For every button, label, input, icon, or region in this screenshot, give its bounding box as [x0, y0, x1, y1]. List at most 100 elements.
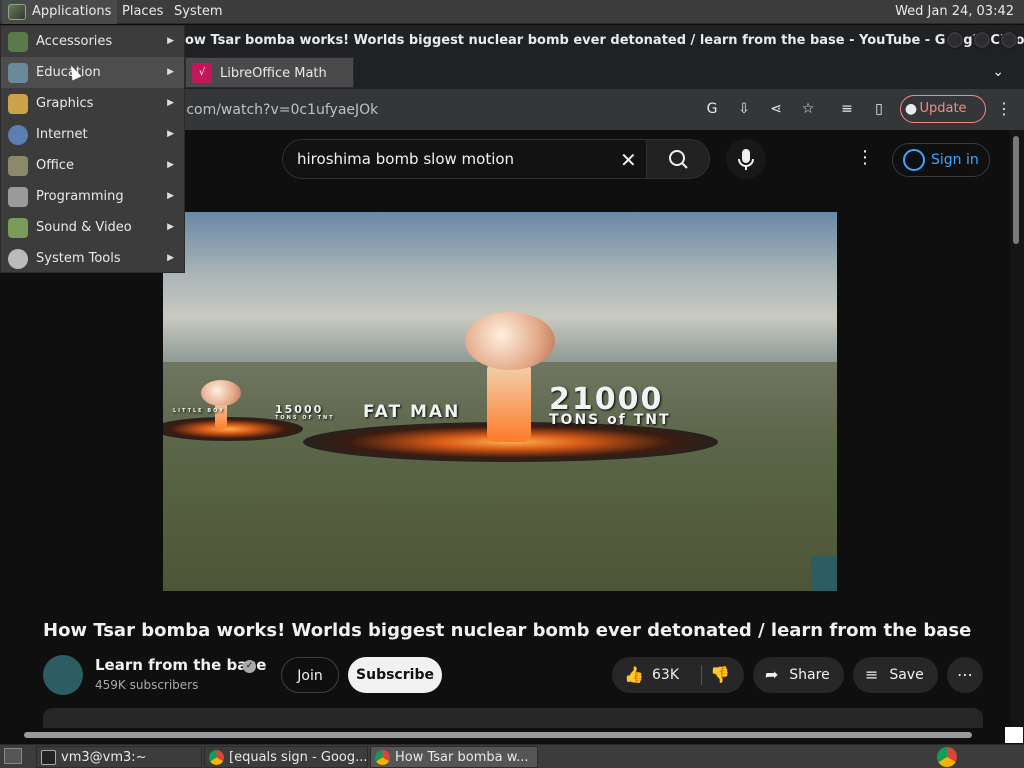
- search-button[interactable]: [646, 139, 710, 179]
- share-button[interactable]: ➦ Share: [753, 657, 844, 693]
- submenu-arrow-icon: ▶: [167, 36, 174, 46]
- task-label: How Tsar bomba w...: [395, 750, 529, 765]
- submenu-arrow-icon: ▶: [167, 191, 174, 201]
- little-boy-label: LITTLE BOY: [173, 408, 225, 414]
- tray-chrome-icon[interactable]: [937, 747, 957, 767]
- maximize-icon[interactable]: [973, 31, 991, 49]
- task-label: vm3@vm3:~: [61, 750, 147, 765]
- close-window-icon[interactable]: [1000, 31, 1018, 49]
- submenu-arrow-icon: ▶: [167, 98, 174, 108]
- show-desktop-icon[interactable]: [4, 748, 22, 764]
- menu-item-education[interactable]: Education ▶: [1, 57, 184, 88]
- tnt-sub-label: TONS of TNT: [549, 412, 671, 428]
- share-arrow-icon: ➦: [765, 665, 779, 684]
- terminal-icon: [41, 750, 56, 765]
- share-page-icon[interactable]: ⋖: [767, 100, 785, 118]
- task-terminal[interactable]: vm3@vm3:~: [36, 746, 202, 768]
- horizontal-scrollbar[interactable]: [0, 728, 1010, 742]
- distro-logo-icon: [8, 4, 26, 20]
- applications-dropdown: Accessories ▶ Education ▶ Graphics ▶ Int…: [0, 25, 185, 273]
- places-menu[interactable]: Places: [116, 0, 169, 24]
- fat-man-cap: [465, 312, 555, 370]
- submenu-arrow-icon: ▶: [167, 67, 174, 77]
- search-input[interactable]: hiroshima bomb slow motion: [282, 139, 646, 179]
- task-chrome-equals[interactable]: [equals sign - Goog...: [204, 746, 368, 768]
- menu-item-label: Office: [36, 158, 74, 173]
- bottom-taskbar: vm3@vm3:~ [equals sign - Goog... How Tsa…: [0, 744, 1024, 768]
- menu-item-label: Graphics: [36, 96, 94, 111]
- chrome-menu-icon[interactable]: ⋮: [996, 99, 1012, 118]
- menu-item-sound-video[interactable]: Sound & Video ▶: [1, 212, 184, 243]
- task-chrome-youtube[interactable]: How Tsar bomba w...: [370, 746, 538, 768]
- thumbs-down-icon[interactable]: 👎: [710, 657, 730, 693]
- channel-name[interactable]: Learn from the base: [95, 656, 266, 674]
- left-tnt-sub: TONS OF TNT: [275, 415, 335, 421]
- channel-avatar[interactable]: [43, 655, 83, 695]
- channel-watermark-icon[interactable]: [811, 556, 837, 591]
- thumbs-up-icon[interactable]: 👍: [624, 657, 644, 693]
- side-panel-icon[interactable]: ▯: [870, 100, 888, 118]
- system-menu[interactable]: System: [168, 0, 228, 24]
- horizontal-scroll-thumb[interactable]: [24, 732, 972, 738]
- clock[interactable]: Wed Jan 24, 03:42: [889, 0, 1020, 24]
- update-button[interactable]: Update: [900, 95, 986, 123]
- menu-item-label: Programming: [36, 189, 124, 204]
- libreoffice-math-icon: √: [192, 63, 212, 83]
- submenu-arrow-icon: ▶: [167, 160, 174, 170]
- voice-search-button[interactable]: [726, 139, 766, 179]
- menu-item-graphics[interactable]: Graphics ▶: [1, 88, 184, 119]
- chrome-icon: [375, 750, 390, 765]
- window-title: ow Tsar bomba works! Worlds biggest nucl…: [185, 33, 1024, 48]
- like-count[interactable]: 63K: [652, 657, 679, 693]
- install-icon[interactable]: ⇩: [735, 100, 753, 118]
- vertical-scroll-thumb[interactable]: [1013, 136, 1019, 244]
- reading-list-icon[interactable]: ≡: [838, 100, 856, 118]
- video-title: How Tsar bomba works! Worlds biggest nuc…: [43, 620, 972, 641]
- education-icon: [8, 63, 28, 83]
- applications-menu-label: Applications: [32, 4, 112, 19]
- like-dislike-group: 👍 63K 👎: [612, 657, 744, 693]
- share-label: Share: [789, 667, 830, 683]
- clear-search-icon[interactable]: ✕: [620, 148, 637, 172]
- playlist-add-icon: ≡: [865, 665, 879, 684]
- chrome-icon: [209, 750, 224, 765]
- vertical-scrollbar[interactable]: [1010, 130, 1024, 742]
- fat-man-stem: [487, 362, 531, 442]
- internet-icon: [8, 125, 28, 145]
- join-button[interactable]: Join: [281, 657, 339, 693]
- video-player[interactable]: LITTLE BOY 15000 TONS OF TNT FAT MAN 210…: [163, 212, 837, 591]
- user-icon: [903, 149, 925, 171]
- menu-item-programming[interactable]: Programming ▶: [1, 181, 184, 212]
- applications-menu[interactable]: Applications: [2, 0, 118, 24]
- menu-item-label: System Tools: [36, 251, 121, 266]
- minimize-icon[interactable]: [946, 31, 964, 49]
- save-label: Save: [889, 667, 924, 683]
- save-button[interactable]: ≡ Save: [853, 657, 938, 693]
- subscriber-count: 459K subscribers: [95, 678, 199, 692]
- sign-in-label: Sign in: [931, 152, 979, 168]
- menu-item-label: Accessories: [36, 34, 113, 49]
- submenu-arrow-icon: ▶: [167, 253, 174, 263]
- menu-item-accessories[interactable]: Accessories ▶: [1, 26, 184, 57]
- fat-man-label: FAT MAN: [363, 402, 461, 422]
- like-divider: [701, 665, 702, 685]
- bookmark-star-icon[interactable]: ☆: [799, 100, 817, 118]
- more-actions-button[interactable]: ⋯: [947, 657, 983, 693]
- address-bar[interactable]: tube.com/watch?v=0c1ufyaeJOk: [150, 95, 680, 125]
- little-boy-cap: [201, 380, 241, 406]
- education-submenu-item[interactable]: √ LibreOffice Math: [185, 57, 354, 88]
- google-lens-icon[interactable]: G: [703, 100, 721, 118]
- subscribe-button[interactable]: Subscribe: [348, 657, 442, 693]
- task-label: [equals sign - Goog...: [229, 750, 368, 765]
- programming-icon: [8, 187, 28, 207]
- menu-item-office[interactable]: Office ▶: [1, 150, 184, 181]
- sign-in-button[interactable]: Sign in: [892, 143, 990, 177]
- submenu-arrow-icon: ▶: [167, 129, 174, 139]
- tab-search-icon[interactable]: ⌄: [992, 64, 1004, 80]
- settings-more-icon[interactable]: ⋮: [856, 147, 874, 168]
- menu-item-label: Sound & Video: [36, 220, 132, 235]
- menu-item-system-tools[interactable]: System Tools ▶: [1, 243, 184, 274]
- accessories-icon: [8, 32, 28, 52]
- office-icon: [8, 156, 28, 176]
- menu-item-internet[interactable]: Internet ▶: [1, 119, 184, 150]
